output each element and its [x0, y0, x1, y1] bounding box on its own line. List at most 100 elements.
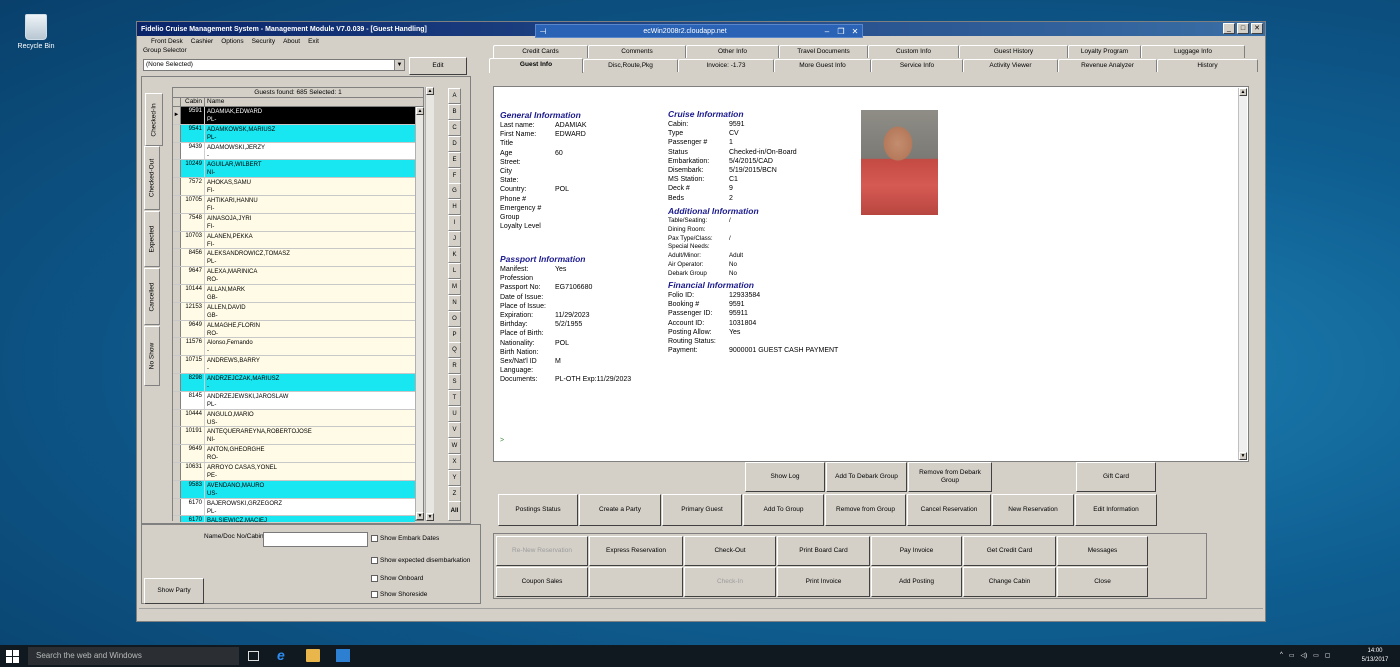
alpha-u[interactable]: U — [448, 406, 461, 422]
info-scrollbar[interactable]: ▲ ▼ — [1238, 88, 1247, 460]
table-row[interactable]: 10715 ANDREWS,BARRY - — [173, 356, 415, 374]
tab-checked-out[interactable]: Checked-Out — [144, 146, 160, 210]
tab-travel-documents[interactable]: Travel Documents — [779, 45, 868, 58]
scroll-up-arrow[interactable]: ▲ — [416, 107, 424, 115]
tab-activity-viewer[interactable]: Activity Viewer — [963, 59, 1058, 72]
taskbar-search-box[interactable]: Search the web and Windows — [28, 647, 239, 665]
tab-other-info[interactable]: Other Info — [686, 45, 779, 58]
store-icon[interactable] — [336, 649, 350, 662]
remove-from-debark-group-button[interactable]: Remove from Debark Group — [908, 462, 992, 492]
volume-icon[interactable]: ◁) — [1301, 652, 1308, 659]
table-row[interactable]: 10705 AHTIKARI,HANNU FI- — [173, 195, 415, 214]
remote-close-icon[interactable]: ✕ — [848, 27, 862, 36]
tab-comments[interactable]: Comments — [588, 45, 686, 58]
close-window-button[interactable]: ✕ — [1251, 23, 1263, 34]
coupon-sales-button[interactable]: Coupon Sales — [496, 567, 588, 597]
show-party-button[interactable]: Show Party — [144, 578, 204, 604]
re-new-reservation-button[interactable]: Re-New Reservation — [496, 536, 588, 566]
network-icon[interactable]: ▭ — [1289, 652, 1295, 659]
table-row[interactable]: 9649 ALMAGHE,FLORIN RO- — [173, 320, 415, 339]
guest-list-outer-scrollbar[interactable]: ▲ ▼ — [425, 87, 434, 521]
alpha-r[interactable]: R — [448, 358, 461, 375]
tab-custom-info[interactable]: Custom Info — [868, 45, 959, 58]
table-row[interactable]: 9647 ALEXA,MARINICA RO- — [173, 267, 415, 285]
alpha-c[interactable]: C — [448, 119, 461, 136]
group-selector-combo[interactable]: (None Selected) ▼ — [143, 59, 405, 71]
show-shoreside-checkbox[interactable]: Show Shoreside — [371, 591, 427, 598]
alpha-o[interactable]: O — [448, 310, 461, 327]
alpha-a[interactable]: A — [448, 88, 461, 104]
create-a-party-button[interactable]: Create a Party — [579, 494, 661, 526]
alpha-j[interactable]: J — [448, 231, 461, 248]
alpha-w[interactable]: W — [448, 437, 461, 454]
windows-start-icon[interactable] — [4, 648, 20, 664]
tab-credit-cards[interactable]: Credit Cards — [493, 45, 588, 58]
alpha-d[interactable]: D — [448, 135, 461, 152]
alpha-e[interactable]: E — [448, 151, 461, 168]
tab-disc-route-pkg[interactable]: Disc,Route,Pkg — [583, 59, 678, 72]
maximize-button[interactable]: □ — [1237, 23, 1249, 34]
tab-guest-info[interactable]: Guest Info — [489, 58, 583, 73]
gift-card-button[interactable]: Gift Card — [1076, 462, 1156, 492]
menu-front-desk[interactable]: Front Desk — [151, 38, 183, 45]
column-name[interactable]: Name — [205, 98, 224, 106]
outer-scroll-up-arrow[interactable]: ▲ — [426, 87, 434, 95]
tab-checked-in[interactable]: Checked-In — [145, 93, 163, 146]
check-in-button[interactable]: Check-In — [684, 567, 776, 597]
messages-button[interactable]: Messages — [1057, 536, 1148, 566]
alpha-h[interactable]: H — [448, 199, 461, 216]
alpha-i[interactable]: I — [448, 215, 461, 232]
tab-service-info[interactable]: Service Info — [871, 59, 963, 72]
get-credit-card-button[interactable]: Get Credit Card — [963, 536, 1056, 566]
alpha-k[interactable]: K — [448, 247, 461, 263]
task-view-icon[interactable] — [248, 651, 259, 661]
notification-icon[interactable]: ▢ — [1325, 652, 1331, 659]
alpha-x[interactable]: X — [448, 453, 461, 470]
chevron-down-icon[interactable]: ▼ — [394, 60, 404, 70]
table-row[interactable]: 6170 BAJEROWSKI,GRZEGORZ PL- — [173, 498, 415, 517]
table-row[interactable]: 6170 BALSIEWICZ,MACIEJ — [173, 516, 415, 522]
tab-no-show[interactable]: No Show — [144, 326, 160, 386]
alpha-q[interactable]: Q — [448, 342, 461, 359]
table-row[interactable]: 9541 ADAMKOWSK,MARIUSZ PL- — [173, 124, 415, 143]
info-scroll-down-arrow[interactable]: ▼ — [1239, 452, 1247, 460]
close-button[interactable]: Close — [1057, 567, 1148, 597]
table-row[interactable]: 8298 ANDRZEJCZAK,MARIUSZ - — [173, 373, 415, 392]
alpha-m[interactable]: M — [448, 278, 461, 295]
table-row[interactable]: 11576 Alonso,Fernando - — [173, 338, 415, 357]
tab-expected[interactable]: Expected — [144, 211, 160, 267]
table-row[interactable]: 10631 ARROYO CASAS,YONEL PE- — [173, 462, 415, 481]
new-reservation-button[interactable]: New Reservation — [992, 494, 1074, 526]
pin-icon[interactable]: ⊣ — [536, 27, 550, 36]
show-log-button[interactable]: Show Log — [745, 462, 825, 492]
add-posting-button[interactable]: Add Posting — [871, 567, 962, 597]
tab-cancelled[interactable]: Cancelled — [144, 268, 160, 325]
add-to-group-button[interactable]: Add To Group — [743, 494, 824, 526]
minimize-button[interactable]: _ — [1223, 23, 1235, 34]
pay-invoice-button[interactable]: Pay Invoice — [871, 536, 962, 566]
info-scroll-up-arrow[interactable]: ▲ — [1239, 88, 1247, 96]
table-row[interactable]: 8456 ALEKSANDROWICZ,TOMASZ PL- — [173, 249, 415, 268]
alpha-all[interactable]: All — [448, 501, 461, 522]
alpha-s[interactable]: S — [448, 374, 461, 391]
edit-group-button[interactable]: Edit — [409, 57, 467, 75]
alpha-z[interactable]: Z — [448, 485, 461, 502]
alpha-f[interactable]: F — [448, 167, 461, 184]
alpha-v[interactable]: V — [448, 421, 461, 438]
table-row[interactable]: 10703 ALANEN,PEKKA FI- — [173, 231, 415, 250]
alpha-t[interactable]: T — [448, 390, 461, 407]
outer-scroll-down-arrow[interactable]: ▼ — [426, 513, 434, 521]
table-row[interactable]: 10191 ANTEQUERAREYNA,ROBERTOJOSE NI- — [173, 427, 415, 446]
taskbar-clock[interactable]: 14:00 5/13/2017 — [1355, 647, 1395, 665]
alpha-n[interactable]: N — [448, 294, 461, 311]
show-onboard-checkbox[interactable]: Show Onboard — [371, 575, 423, 582]
tab-guest-history[interactable]: Guest History — [959, 45, 1068, 58]
change-cabin-button[interactable]: Change Cabin — [963, 567, 1056, 597]
guest-grid-scrollbar[interactable]: ▲ ▼ — [415, 107, 424, 520]
table-row[interactable]: ► 9591 ADAMIAK,EDWARD PL- — [173, 107, 415, 125]
primary-guest-button[interactable]: Primary Guest — [662, 494, 742, 526]
postings-status-button[interactable]: Postings Status — [498, 494, 578, 526]
name-doc-cabin-input[interactable] — [263, 532, 368, 547]
add-to-debark-group-button[interactable]: Add To Debark Group — [826, 462, 907, 492]
tab-luggage-info[interactable]: Luggage Info — [1141, 45, 1245, 58]
